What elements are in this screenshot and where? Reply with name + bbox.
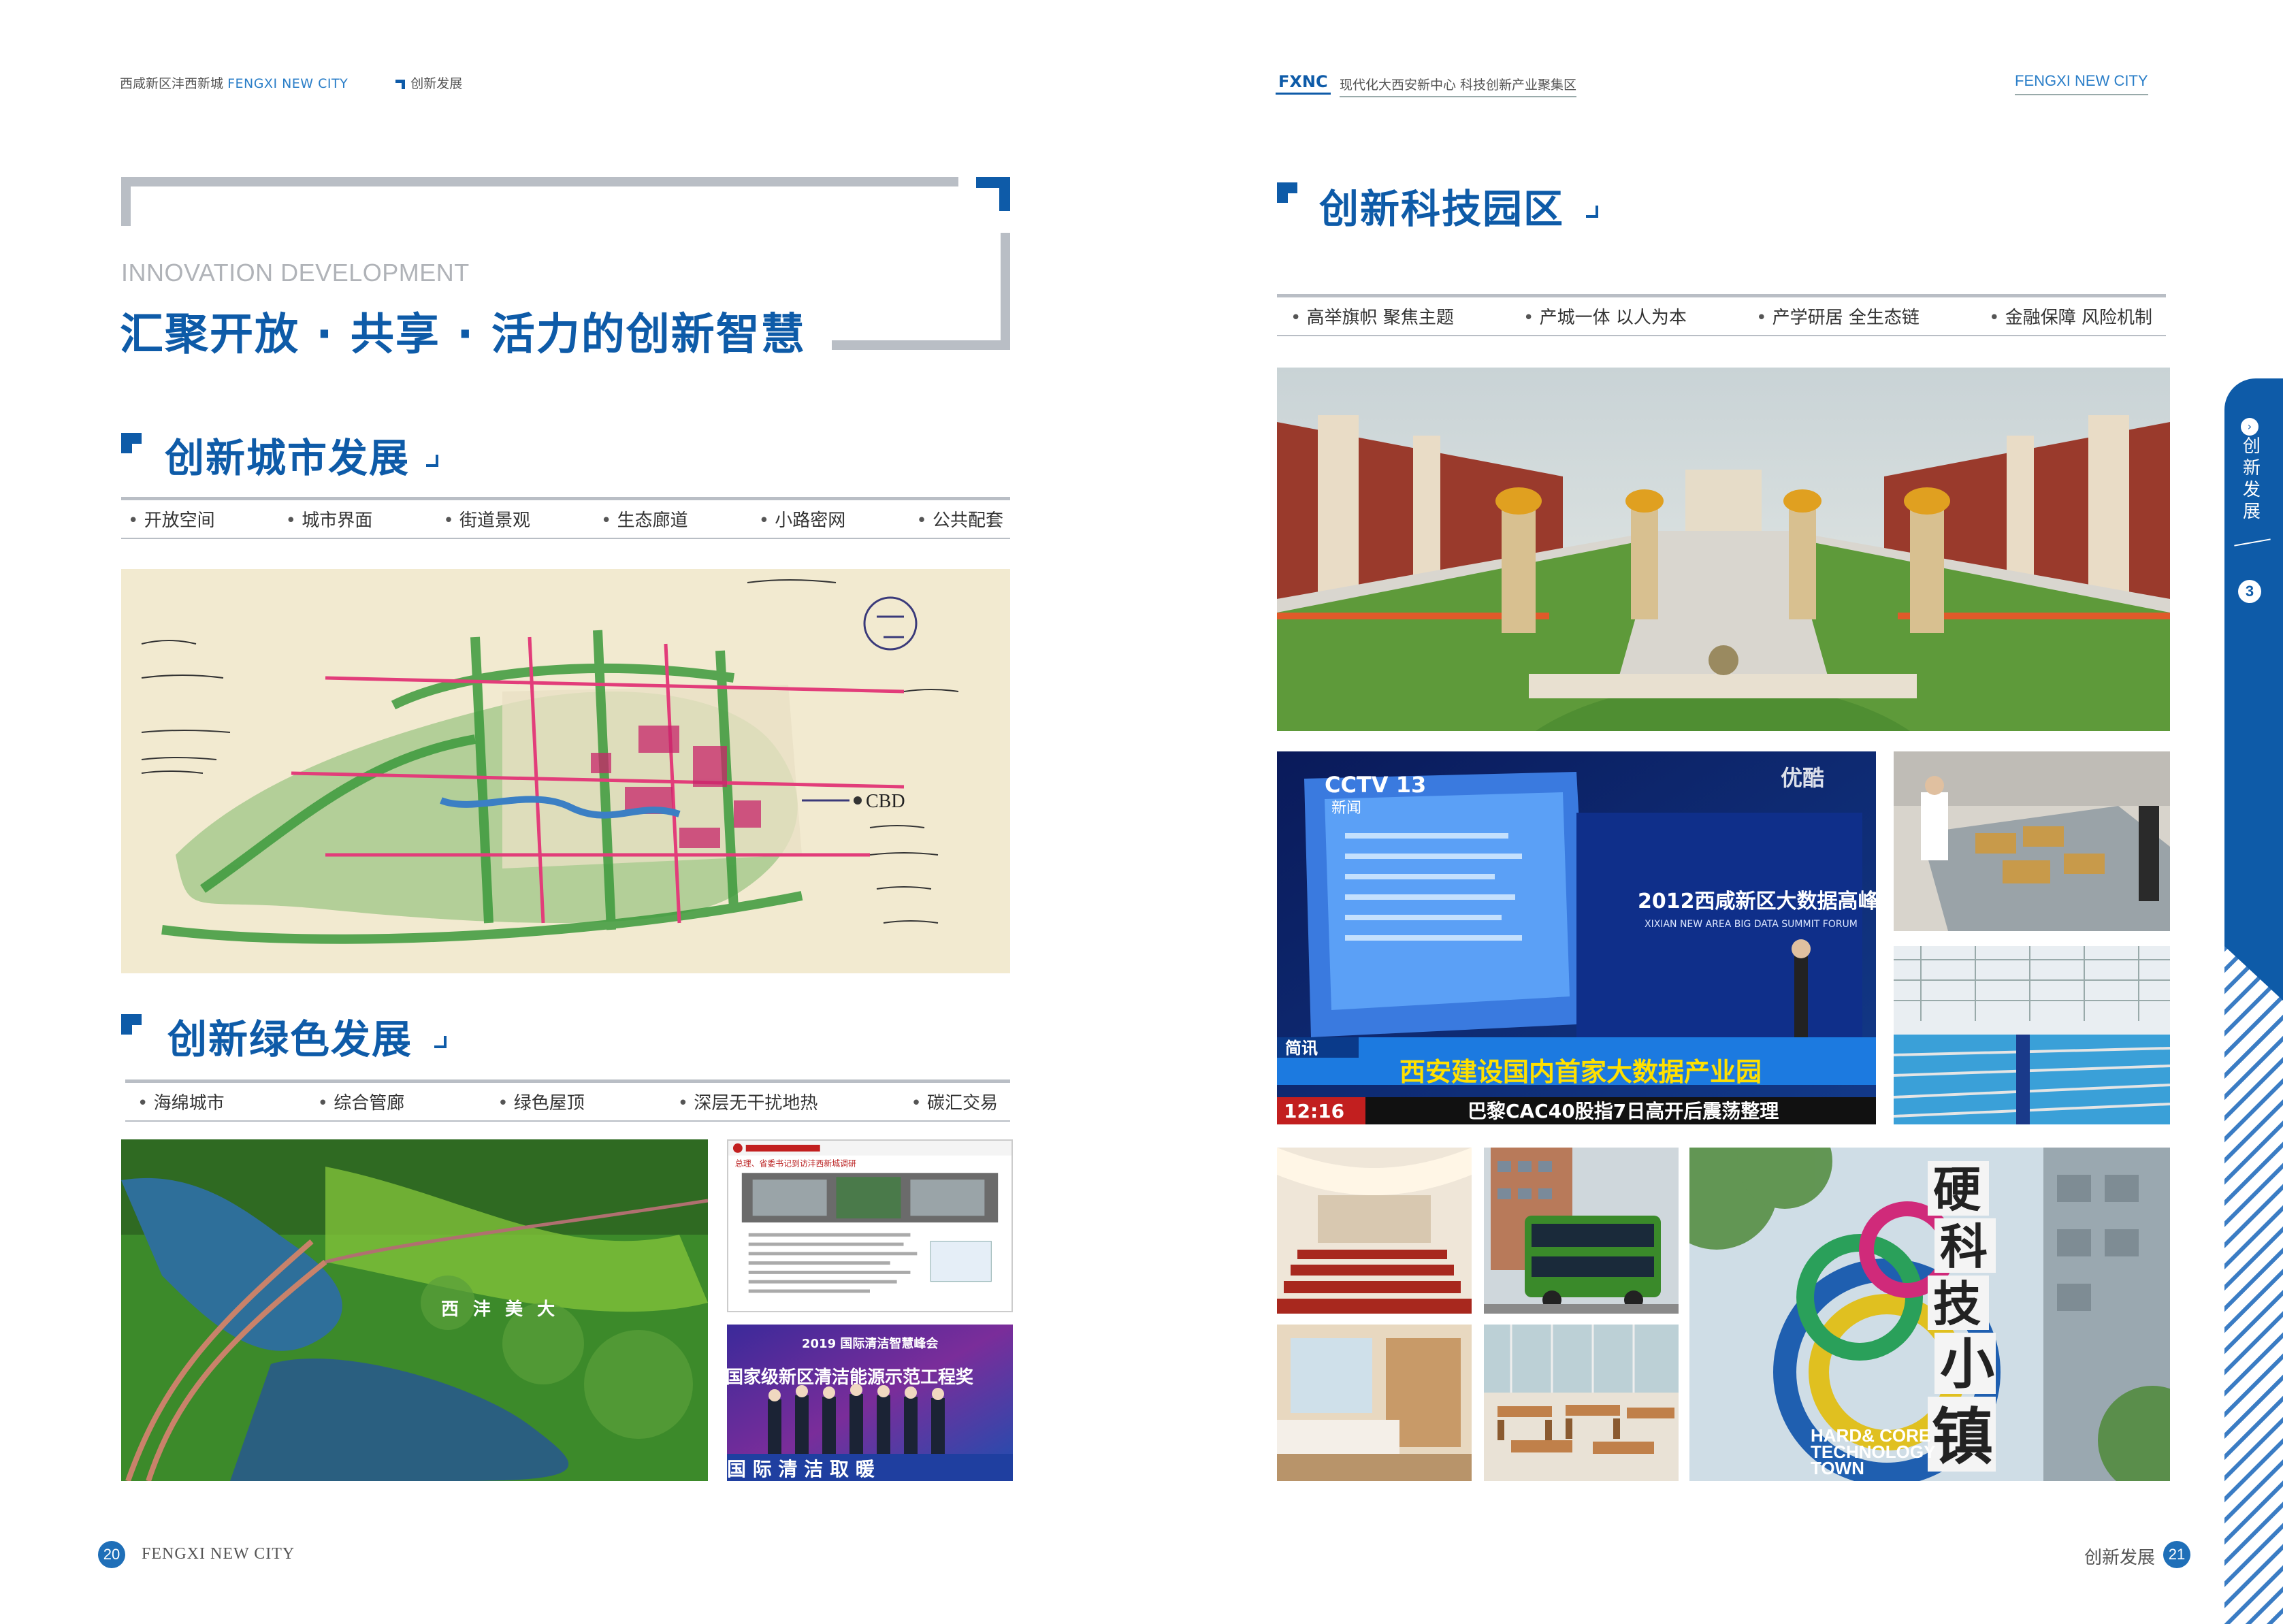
policy-document-screenshot: 总理、省委书记到访沣西新城调研 [727, 1139, 1013, 1312]
town-char: 科 [1940, 1219, 1988, 1275]
section-marker-icon [1277, 182, 1297, 203]
news-headline: 西安建设国内首家大数据产业园 [1399, 1057, 1762, 1087]
forum-bottom-text: 国 际 清 洁 取 暖 [727, 1458, 875, 1480]
chevron-right-icon: › [2241, 418, 2258, 436]
cafeteria-photo [1894, 751, 2170, 931]
forum-banner-text: 国家级新区清洁能源示范工程奖 [727, 1367, 974, 1388]
cctv-logo: CCTV 13 [1325, 772, 1426, 798]
keyword: 街道景观 [443, 506, 530, 532]
dormitory-room-photo [1277, 1325, 1472, 1481]
youku-watermark: 优酷 [1781, 765, 1824, 791]
news-ticker: 巴黎CAC40股指7日高开后震荡整理 [1468, 1100, 1779, 1122]
section-title-city: 创新城市发展 [165, 435, 410, 481]
title-frame-corner [976, 177, 1010, 211]
section-marker-icon [121, 433, 142, 453]
forum-screen-title: 2012西咸新区大数据高峰论坛 [1638, 890, 1876, 913]
doc-banner-text: 总理、省委书记到访沣西新城调研 [735, 1158, 856, 1168]
keyword: 开放空间 [128, 506, 215, 532]
town-char: 技 [1933, 1276, 1981, 1332]
clean-energy-forum-photo: 2019 国际清洁智慧峰会 国家级新区清洁能源示范工程奖 国 际 清 洁 取 暖 [727, 1325, 1013, 1481]
side-hatch-decoration [2224, 946, 2283, 1624]
green-keyword-bar: 海绵城市 综合管廊 绿色屋顶 深层无干扰地热 碳汇交易 [125, 1079, 1010, 1122]
sketch-cbd-label: CBD [866, 791, 905, 812]
left-header-brand: FENGXI NEW CITY [227, 76, 349, 91]
page-title: 汇聚开放 · 共享 · 活力的创新智慧 [120, 310, 806, 360]
aerial-wetland-photo: 西 沣 美 大 [121, 1139, 708, 1481]
header-slogan: 现代化大西安新中心 科技创新产业聚集区 [1340, 75, 1577, 97]
page-number-right: 21 [2163, 1541, 2190, 1568]
news-time: 12:16 [1284, 1100, 1344, 1122]
town-char: 镇 [1932, 1401, 1993, 1473]
keyword: 碳汇交易 [911, 1089, 998, 1114]
fxnc-logo: FXNC [1276, 72, 1331, 95]
park-keyword-bar: 高举旗帜 聚焦主题 产城一体 以人为本 产学研居 全生态链 金融保障 风险机制 [1277, 294, 2166, 336]
planning-sketch-image: CBD [121, 569, 1010, 973]
title-english: INNOVATION DEVELOPMENT [121, 259, 470, 287]
section-title-park: 创新科技园区 [1319, 186, 1565, 232]
swimming-pool-photo [1894, 946, 2170, 1124]
title-frame-right [1001, 233, 1010, 350]
wetland-sign-text: 西 沣 美 大 [441, 1299, 559, 1320]
side-tab-label: 创新发展 [2242, 436, 2261, 522]
title-frame-top [121, 177, 958, 186]
keyword: 海绵城市 [137, 1089, 225, 1114]
footer-right-text: 创新发展 [2084, 1548, 2156, 1568]
title-frame-bottom [832, 340, 1010, 350]
page-number-left: 20 [98, 1541, 125, 1568]
news-label: 简讯 [1285, 1039, 1318, 1058]
left-header: 西咸新区沣西新城 FENGXI NEW CITY 创新发展 [120, 74, 462, 92]
keyword: 综合管廊 [318, 1089, 404, 1114]
restaurant-photo [1484, 1325, 1679, 1481]
section-marker-icon [121, 1014, 142, 1035]
town-en-line: TOWN [1811, 1458, 1864, 1478]
left-header-section: 创新发展 [410, 76, 463, 91]
chapter-number-badge: 3 [2238, 580, 2261, 603]
cctv-subtitle: 新闻 [1331, 800, 1361, 817]
keyword: 绿色屋顶 [498, 1089, 585, 1114]
left-header-text: 西咸新区沣西新城 [120, 76, 224, 91]
keyword: 高举旗帜 聚焦主题 [1291, 304, 1454, 329]
section-title-green: 创新绿色发展 [167, 1016, 413, 1062]
section-close-mark-icon [1586, 206, 1598, 218]
keyword: 城市界面 [286, 506, 372, 532]
bus-street-photo [1484, 1148, 1679, 1314]
keyword: 产学研居 全生态链 [1756, 304, 1920, 329]
forum-screen-en: XIXIAN NEW AREA BIG DATA SUMMIT FORUM [1645, 919, 1858, 930]
town-char: 硬 [1933, 1162, 1981, 1218]
cctv-news-screenshot: 2012西咸新区大数据高峰论坛 XIXIAN NEW AREA BIG DATA… [1277, 751, 1876, 1124]
footer-left-text: FENGXI NEW CITY [142, 1545, 295, 1563]
title-frame-left [121, 177, 131, 226]
town-char: 小 [1940, 1333, 1994, 1396]
forum-title-text: 2019 国际清洁智慧峰会 [802, 1336, 938, 1351]
keyword: 产城一体 以人为本 [1523, 304, 1687, 329]
section-close-mark-icon [426, 455, 438, 467]
keyword: 小路密网 [759, 506, 845, 532]
tech-town-sign-photo: 硬 科 技 小 镇 HARD& CORE TECHNOLOGY TOWN [1689, 1148, 2170, 1481]
auditorium-photo [1277, 1148, 1472, 1314]
right-header-brand: FENGXI NEW CITY [2015, 72, 2148, 95]
section-close-mark-icon [434, 1036, 447, 1048]
keyword: 金融保障 风险机制 [1989, 304, 2152, 329]
corner-mark-icon [395, 79, 406, 89]
keyword: 公共配套 [916, 506, 1003, 532]
city-keyword-bar: 开放空间 城市界面 街道景观 生态廊道 小路密网 公共配套 [121, 497, 1010, 539]
keyword: 深层无干扰地热 [678, 1089, 817, 1114]
university-campus-photo [1277, 368, 2170, 731]
keyword: 生态廊道 [601, 506, 688, 532]
